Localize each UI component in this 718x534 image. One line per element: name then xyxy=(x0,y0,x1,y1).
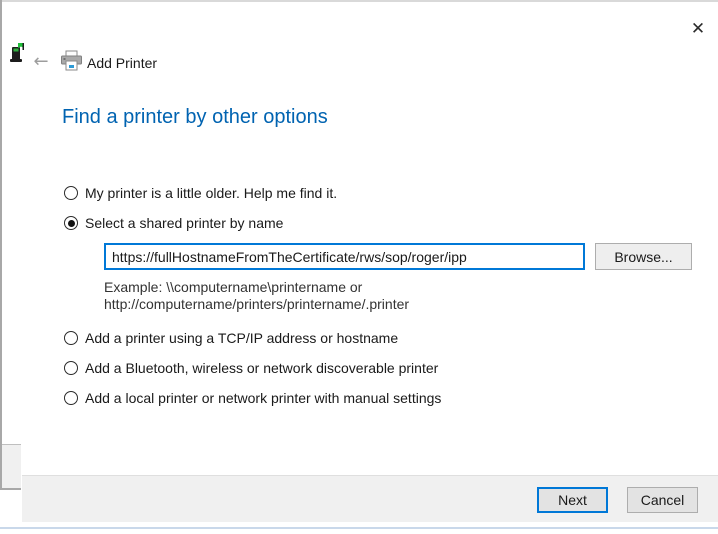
option-label: Add a printer using a TCP/IP address or … xyxy=(85,330,398,346)
radio-older-printer[interactable] xyxy=(64,186,78,200)
browse-button[interactable]: Browse... xyxy=(595,243,692,270)
example-line-1: Example: \\computername\printername or xyxy=(104,279,409,296)
device-install-icon xyxy=(9,42,25,71)
next-button[interactable]: Next xyxy=(537,487,608,513)
background-window-edge xyxy=(0,527,718,529)
radio-local-manual[interactable] xyxy=(64,391,78,405)
dialog-footer xyxy=(22,475,718,522)
radio-bluetooth[interactable] xyxy=(64,361,78,375)
back-arrow-icon[interactable]: ← xyxy=(30,50,52,72)
printer-icon xyxy=(60,50,83,76)
wizard-title: Add Printer xyxy=(87,55,157,71)
option-label: Add a local printer or network printer w… xyxy=(85,390,441,406)
close-icon[interactable]: ✕ xyxy=(684,15,712,43)
page-title: Find a printer by other options xyxy=(62,106,328,129)
radio-tcpip[interactable] xyxy=(64,331,78,345)
option-label: Select a shared printer by name xyxy=(85,215,283,231)
cancel-button[interactable]: Cancel xyxy=(627,487,698,513)
option-label: My printer is a little older. Help me fi… xyxy=(85,185,337,201)
radio-shared-printer[interactable] xyxy=(64,216,78,230)
example-line-2: http://computername/printers/printername… xyxy=(104,296,409,313)
window-top-border xyxy=(0,0,718,2)
background-window-fragment xyxy=(2,444,21,490)
shared-printer-name-input[interactable] xyxy=(104,243,585,270)
option-tcpip[interactable]: Add a printer using a TCP/IP address or … xyxy=(64,330,398,346)
add-printer-dialog: ✕ ← Add Printer Find a printer by other … xyxy=(0,0,718,534)
option-older-printer[interactable]: My printer is a little older. Help me fi… xyxy=(64,185,337,201)
option-bluetooth[interactable]: Add a Bluetooth, wireless or network dis… xyxy=(64,360,438,376)
option-local-manual[interactable]: Add a local printer or network printer w… xyxy=(64,390,441,406)
example-text: Example: \\computername\printername or h… xyxy=(104,279,409,313)
window-left-border xyxy=(0,0,2,490)
option-shared-printer[interactable]: Select a shared printer by name xyxy=(64,215,283,231)
option-label: Add a Bluetooth, wireless or network dis… xyxy=(85,360,438,376)
